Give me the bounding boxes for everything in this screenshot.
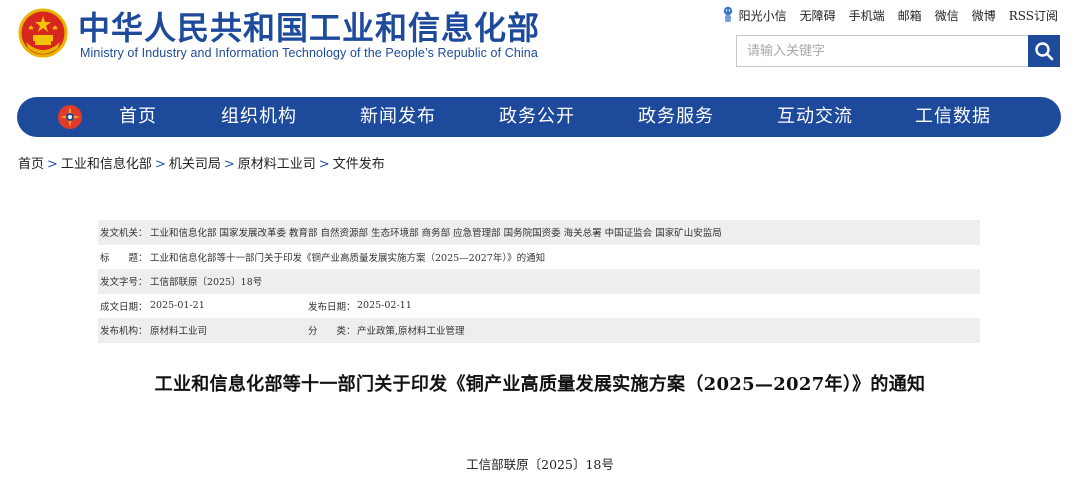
top-link-label: 阳光小信 (738, 8, 787, 23)
doc-number-value: 工信部联原〔2025〕18号 (150, 277, 263, 289)
search-box (736, 35, 1028, 67)
info-row-org: 发布机构： 原材料工业司 分 类： 产业政策,原材料工业管理 (98, 318, 980, 343)
info-row-doc-number: 发文字号： 工信部联原〔2025〕18号 (98, 269, 980, 294)
top-link-mail[interactable]: 邮箱 (898, 7, 922, 24)
document-info-table: 发文机关： 工业和信息化部 国家发展改革委 教育部 自然资源部 生态环境部 商务… (98, 220, 980, 343)
search-input[interactable] (737, 36, 1028, 66)
title-label: 标 题： (100, 252, 148, 264)
category-label: 分 类： (308, 326, 356, 338)
article-doc-number: 工信部联原〔2025〕18号 (466, 457, 614, 472)
top-link-rss[interactable]: RSS订阅 (1009, 7, 1058, 24)
breadcrumb-separator: > (154, 157, 166, 172)
published-date-label: 发布日期： (308, 301, 356, 313)
top-link-wechat[interactable]: 微信 (935, 7, 959, 24)
top-link-mobile[interactable]: 手机端 (849, 7, 885, 24)
national-emblem-icon (18, 8, 68, 58)
breadcrumb-raw-materials[interactable]: 原材料工业司 (238, 157, 316, 172)
issuer-value: 工业和信息化部 国家发展改革委 教育部 自然资源部 生态环境部 商务部 应急管理… (150, 228, 722, 240)
site-title[interactable]: 中华人民共和国工业和信息化部 (78, 10, 540, 46)
mascot-icon (723, 6, 732, 22)
breadcrumb-departments[interactable]: 机关司局 (169, 157, 221, 172)
breadcrumb-home[interactable]: 首页 (18, 157, 44, 172)
search-icon (1035, 42, 1054, 61)
info-row-dates: 成文日期： 2025-01-21 发布日期： 2025-02-11 (98, 294, 980, 319)
info-row-issuer: 发文机关： 工业和信息化部 国家发展改革委 教育部 自然资源部 生态环境部 商务… (98, 220, 980, 245)
search-button[interactable] (1028, 35, 1060, 67)
breadcrumb-ministry[interactable]: 工业和信息化部 (61, 157, 152, 172)
nav-item-services[interactable]: 政务服务 (638, 97, 714, 137)
written-date-value: 2025-01-21 (150, 300, 205, 312)
breadcrumb: 首页 > 工业和信息化部 > 机关司局 > 原材料工业司 > 文件发布 (18, 153, 385, 172)
top-link-accessibility[interactable]: 无障碍 (800, 7, 836, 24)
nav-item-home[interactable]: 首页 (119, 97, 157, 137)
written-date-label: 成文日期： (100, 301, 148, 313)
nav-item-interaction[interactable]: 互动交流 (777, 97, 853, 137)
doc-number-label: 发文字号： (100, 277, 148, 289)
main-nav: 首页 组织机构 新闻发布 政务公开 政务服务 互动交流 工信数据 (17, 97, 1061, 137)
article-title: 工业和信息化部等十一部门关于印发《铜产业高质量发展实施方案（2025—2027年… (154, 374, 926, 395)
org-label: 发布机构： (100, 326, 148, 338)
issuer-label: 发文机关： (100, 228, 148, 240)
breadcrumb-documents[interactable]: 文件发布 (333, 157, 385, 172)
published-date-value: 2025-02-11 (357, 300, 412, 312)
info-row-title: 标 题： 工业和信息化部等十一部门关于印发《铜产业高质量发展实施方案（2025—… (98, 245, 980, 270)
org-value: 原材料工业司 (150, 326, 208, 338)
breadcrumb-separator: > (47, 157, 58, 172)
top-link-sunshine[interactable]: 阳光小信 (721, 6, 787, 24)
category-value: 产业政策,原材料工业管理 (357, 326, 465, 338)
site-subtitle: Ministry of Industry and Information Tec… (80, 46, 538, 60)
top-link-weibo[interactable]: 微博 (972, 7, 996, 24)
breadcrumb-separator: > (318, 157, 330, 172)
breadcrumb-separator: > (223, 157, 235, 172)
nav-item-public-affairs[interactable]: 政务公开 (499, 97, 575, 137)
nav-item-news[interactable]: 新闻发布 (360, 97, 436, 137)
miit-logo-icon[interactable] (57, 104, 83, 130)
top-links: 阳光小信 无障碍 手机端 邮箱 微信 微博 RSS订阅 (721, 6, 1058, 24)
nav-item-data[interactable]: 工信数据 (915, 97, 991, 137)
title-value: 工业和信息化部等十一部门关于印发《铜产业高质量发展实施方案（2025—2027年… (150, 252, 546, 264)
nav-item-organization[interactable]: 组织机构 (221, 97, 297, 137)
